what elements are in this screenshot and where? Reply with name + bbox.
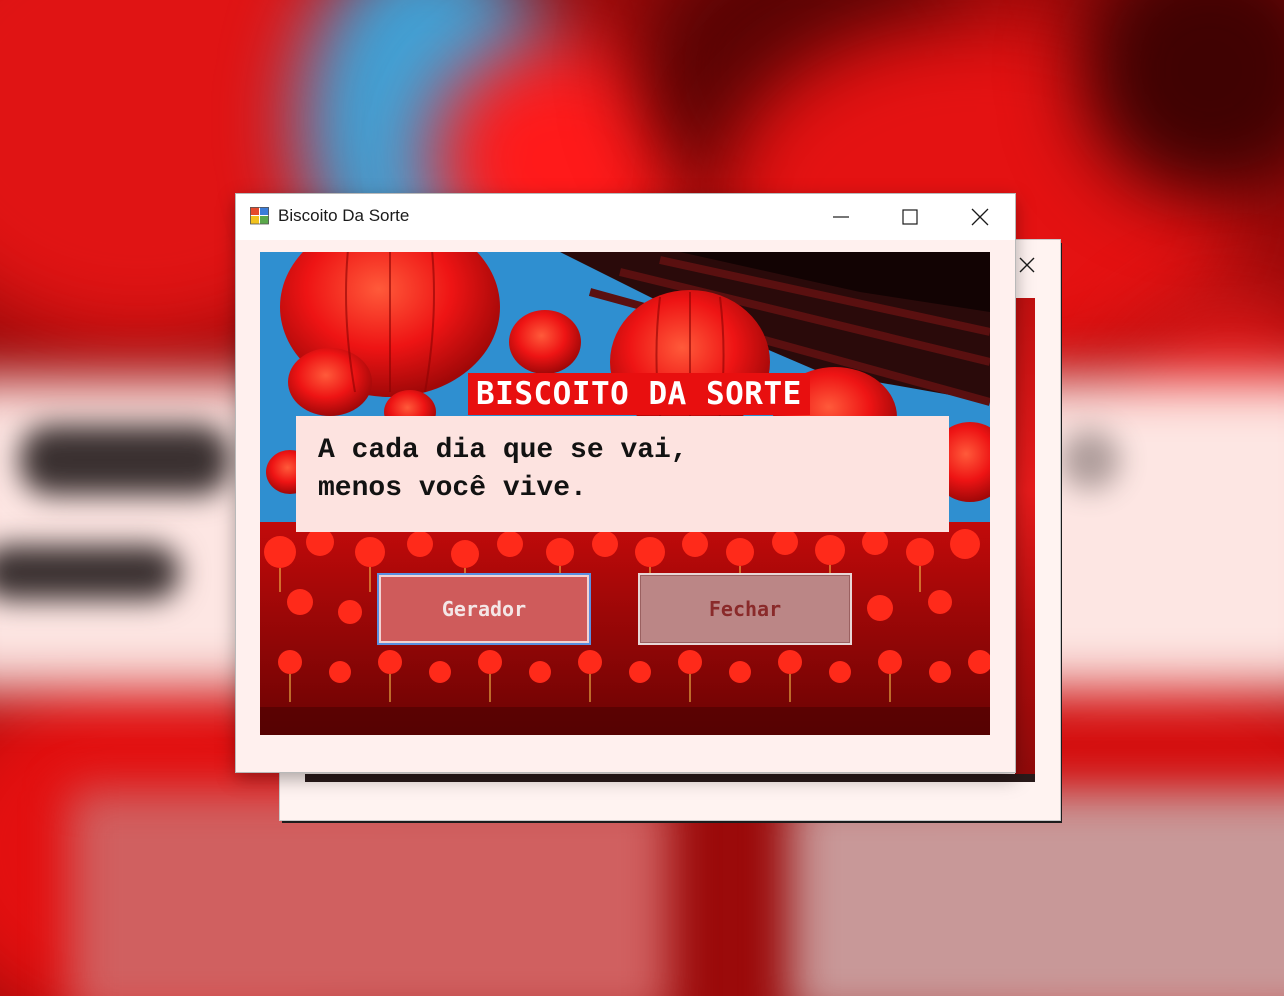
- close-icon: [1019, 257, 1035, 273]
- fortune-cookie-window: Biscoito Da Sorte BISCOITO DA SORTE A ca…: [236, 194, 1015, 772]
- minimize-icon: [833, 216, 849, 218]
- title-bar[interactable]: Biscoito Da Sorte: [236, 194, 1015, 240]
- close-icon: [971, 208, 989, 226]
- background-window-image-bottom: [305, 774, 1035, 782]
- maximize-button[interactable]: [875, 194, 945, 240]
- window-title: Biscoito Da Sorte: [278, 206, 410, 225]
- maximize-icon: [902, 209, 918, 225]
- generate-button[interactable]: Gerador: [377, 573, 591, 645]
- close-window-button[interactable]: [945, 194, 1015, 240]
- minimize-button[interactable]: [806, 194, 876, 240]
- fortune-message-box: A cada dia que se vai, menos você vive.: [296, 416, 949, 532]
- windows-forms-app-icon: [250, 207, 269, 225]
- app-banner-title: BISCOITO DA SORTE: [468, 373, 810, 415]
- lantern-background-image: BISCOITO DA SORTE A cada dia que se vai,…: [260, 252, 990, 735]
- close-button[interactable]: Fechar: [638, 573, 852, 645]
- background-window-image-edge: [1015, 298, 1035, 780]
- fortune-message-text: A cada dia que se vai, menos você vive.: [318, 435, 688, 504]
- background-window-close-button[interactable]: [1010, 250, 1044, 280]
